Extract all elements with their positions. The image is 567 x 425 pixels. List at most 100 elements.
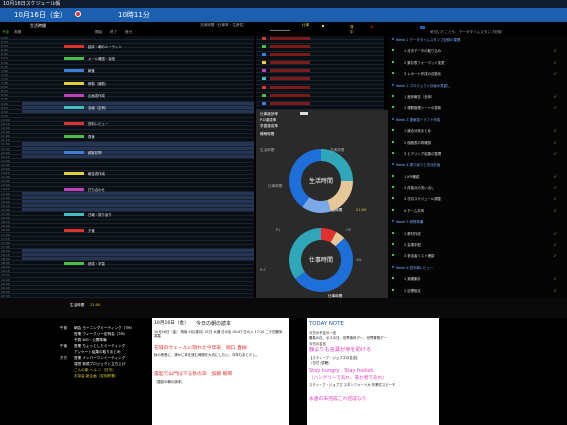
fulfilled-bar: [270, 61, 310, 65]
entry-label[interactable]: 報告書作成: [88, 171, 105, 176]
date-display: 10月16日（金）: [14, 11, 67, 19]
note-item[interactable]: Week 5 研修準備: [392, 220, 557, 224]
checkmark-icon[interactable]: ✓: [554, 60, 557, 65]
col-label-0: 予定: [2, 30, 10, 34]
entry-label[interactable]: 移動（通勤）: [88, 81, 108, 86]
note-item[interactable]: 3 ヒアリング結果の整理 ✓: [392, 151, 557, 156]
note-item[interactable]: 1 月次データの取り込み ✓: [392, 48, 557, 53]
note-bullet-icon: [392, 265, 394, 268]
entry-bar[interactable]: [64, 81, 84, 85]
entry-label[interactable]: 顧客訪問: [88, 150, 102, 155]
checkmark-icon[interactable]: ✓: [554, 196, 557, 201]
note-item[interactable]: 2 改善点の洗い出し ✓: [392, 185, 557, 191]
donut2-label-3: R.F.: [260, 268, 267, 272]
grid-footer-label: 生活時間: [70, 303, 85, 307]
entry-bar[interactable]: [64, 261, 84, 265]
today-note-panel: TODAY NOTE 今日の予定の一言 勝負の日。ボスの日。世界食料デー、世界脊…: [307, 318, 439, 425]
checkmark-icon[interactable]: ✓: [554, 231, 557, 236]
checkmark-icon[interactable]: ✓: [554, 48, 557, 53]
note-bullet-icon: [392, 140, 394, 143]
checkmark-icon[interactable]: ✓: [554, 185, 557, 190]
fulfilled-marker: [262, 77, 266, 81]
note-item[interactable]: 1 教材作成 ✓: [392, 231, 557, 236]
note-bullet-icon: [392, 49, 394, 52]
checkmark-icon[interactable]: ✓: [554, 71, 557, 76]
note-item[interactable]: 3 次月スケジュール調整 ✓: [392, 196, 557, 201]
note-text: 1 実績集計: [404, 277, 421, 282]
note-item[interactable]: 3 参加者リスト確認 ✓: [392, 253, 557, 258]
note-text: 2 目標設定: [404, 288, 421, 293]
entry-bar[interactable]: [64, 228, 84, 232]
entry-label[interactable]: 企画書作成: [88, 93, 105, 98]
fulfilled-bar: [270, 44, 310, 48]
note-item[interactable]: 2 課題管理シートの更新 ✓: [392, 105, 557, 110]
entry-bar[interactable]: [64, 122, 84, 126]
note-item[interactable]: Week 4 振り返りと次月計画: [392, 163, 557, 167]
note-item[interactable]: Week 6 四半期レビュー: [392, 265, 557, 270]
entry-bar[interactable]: [64, 56, 84, 60]
entry-bar[interactable]: [64, 44, 84, 48]
note-text: 1 進捗報告（全体）: [404, 94, 435, 99]
status-mark-1: 中: [350, 30, 354, 34]
record-icon[interactable]: [75, 11, 81, 17]
note-bullet-icon: [392, 174, 394, 177]
checkmark-icon[interactable]: ✓: [554, 105, 557, 110]
note-item[interactable]: Week 1 データタイムスタンプ記録の整理: [392, 38, 557, 42]
entry-label[interactable]: 会議（定例）: [88, 105, 108, 110]
donut-slice: [330, 231, 345, 247]
entry-label[interactable]: 日報・振り返り: [88, 212, 112, 217]
entry-label[interactable]: 昼食: [88, 134, 95, 139]
flag-icon: [420, 26, 425, 29]
reading-panel: 10月16日（金） 今日の朝の読本 10月16日（金） 晴後 4月(重月) 21…: [152, 318, 289, 425]
note-text: 2 会場手配: [404, 243, 421, 248]
note-text: 3 ヒアリング結果の整理: [404, 151, 442, 156]
note-item[interactable]: 1 実績集計 ✓: [392, 276, 557, 282]
entry-label[interactable]: 起床・朝のルーティン: [88, 44, 122, 49]
checkmark-icon[interactable]: ✓: [554, 174, 557, 179]
note-item[interactable]: Week 3 提案書ドラフト作成: [392, 117, 557, 122]
checkmark-icon[interactable]: ✓: [554, 242, 557, 247]
fulfilled-bar: [270, 77, 310, 81]
entry-bar[interactable]: [64, 212, 84, 216]
entry-label[interactable]: 朝食: [88, 68, 95, 73]
checkmark-icon[interactable]: ✓: [554, 94, 557, 99]
entry-bar[interactable]: [64, 93, 84, 97]
entry-label[interactable]: 打ち合わせ: [88, 187, 105, 192]
note-item[interactable]: 2 集計表フォーマット変更 ✓: [392, 60, 557, 65]
entry-label[interactable]: 読書・学習: [88, 261, 105, 266]
entry-bar[interactable]: [64, 187, 84, 191]
note-bullet-icon: [392, 220, 394, 223]
entry-bar[interactable]: [64, 171, 84, 175]
checkmark-icon[interactable]: ✓: [554, 128, 557, 133]
note-item[interactable]: 2 目標設定 ✓: [392, 288, 557, 293]
note-text: 2 改善点の洗い出し: [404, 186, 435, 191]
note-bullet-icon: [392, 129, 394, 132]
checkmark-icon[interactable]: ✓: [554, 288, 557, 293]
note-item[interactable]: Week 2 プロジェクト計画の見直し: [392, 83, 557, 88]
note-item[interactable]: 1 KPI確認 ✓: [392, 174, 557, 179]
checkmark-icon[interactable]: ✓: [554, 151, 557, 156]
entry-label[interactable]: 資料レビュー: [88, 121, 108, 126]
note-item[interactable]: 1 競合分析まとめ ✓: [392, 128, 557, 133]
checkmark-icon[interactable]: ✓: [554, 208, 557, 213]
checkmark-icon[interactable]: ✓: [554, 140, 557, 145]
life-time-title: 生活時間: [30, 23, 46, 28]
schedule-grid[interactable]: 5:00 5:15 5:30 5:45 6:00 6:15 6:30 6:45 7:00 7:15…: [0, 36, 254, 298]
entry-bar[interactable]: [64, 151, 84, 155]
note-item[interactable]: 4 チーム共有 ✓: [392, 208, 557, 213]
entry-bar[interactable]: [64, 106, 84, 110]
entry-bar[interactable]: [64, 134, 84, 138]
reading-title: 今日の朝の読本: [196, 321, 232, 327]
checkmark-icon[interactable]: ✓: [554, 276, 557, 281]
note-item[interactable]: 1 進捗報告（全体） ✓: [392, 94, 557, 99]
plan-text: ごんの家 ヘル ニ（日中）: [74, 368, 116, 372]
entry-label[interactable]: メール確認・返信: [88, 56, 115, 61]
note-item[interactable]: 3 レポート作成の自動化 ✓: [392, 71, 557, 76]
entry-bar[interactable]: [64, 69, 84, 73]
entry-label[interactable]: 夕食: [88, 228, 95, 233]
donut-slice: [320, 228, 337, 243]
note-item[interactable]: 2 会場手配 ✓: [392, 242, 557, 248]
note-item[interactable]: 2 価格表の再確認 ✓: [392, 140, 557, 145]
note-bullet-icon: [392, 94, 394, 97]
checkmark-icon[interactable]: ✓: [554, 253, 557, 258]
